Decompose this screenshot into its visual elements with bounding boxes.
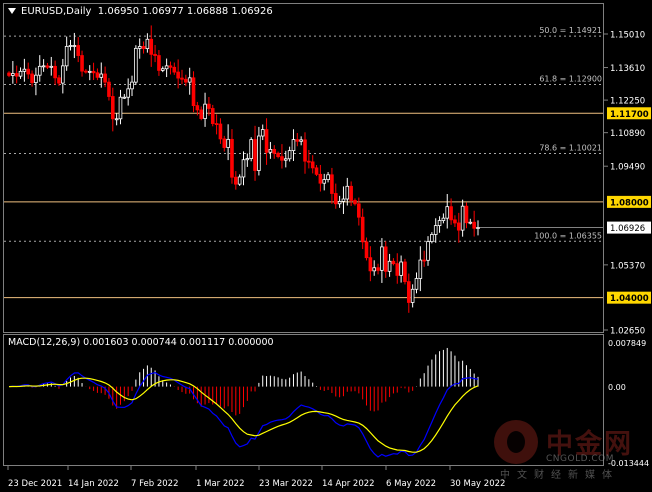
price-axis-label: 1.15010: [610, 31, 645, 41]
level-price-tag-text: 1.11700: [610, 110, 649, 120]
chart-header: EURUSD,Daily 1.06950 1.06977 1.06888 1.0…: [8, 6, 273, 17]
time-axis-label: 30 May 2022: [450, 479, 505, 489]
current-price-tag-text: 1.06926: [610, 224, 645, 234]
level-price-tag-text: 1.08000: [610, 198, 649, 208]
macd-panel-border: [3, 334, 604, 466]
time-axis-label: 6 May 2022: [386, 479, 436, 489]
symbol-label: EURUSD,Daily: [21, 6, 92, 17]
macd-axis-label: 0.007849: [608, 339, 646, 348]
macd-title: MACD(12,26,9) 0.001603 0.000744 0.001117…: [8, 337, 274, 348]
time-axis-label: 14 Apr 2022: [322, 479, 375, 489]
time-axis-label: 23 Dec 2021: [8, 479, 62, 489]
time-axis-label: 23 Mar 2022: [259, 479, 313, 489]
price-axis-label: 1.02650: [610, 327, 645, 337]
time-axis-label: 7 Feb 2022: [131, 479, 179, 489]
price-axis-label: 1.05370: [610, 261, 645, 271]
ohlc-values: 1.06950 1.06977 1.06888 1.06926: [97, 6, 273, 17]
main-panel-border: [3, 3, 604, 333]
chart-window[interactable]: 50.0 = 1.14921 61.8 = 1.12900 78.6 = 1.100…: [0, 0, 652, 492]
price-axis-label: 1.13610: [610, 64, 645, 74]
macd-axis-label: 0.00: [608, 383, 626, 392]
level-price-tag-text: 1.04000: [610, 294, 649, 304]
price-axis-label: 1.10890: [610, 129, 645, 139]
price-axis-label: 1.09490: [610, 163, 645, 173]
dropdown-triangle-icon[interactable]: [8, 8, 16, 14]
time-axis-label: 14 Jan 2022: [68, 479, 119, 489]
macd-axis-label: -0.013444: [608, 459, 649, 468]
price-axis-label: 1.12250: [610, 97, 645, 107]
time-axis-label: 1 Mar 2022: [196, 479, 244, 489]
